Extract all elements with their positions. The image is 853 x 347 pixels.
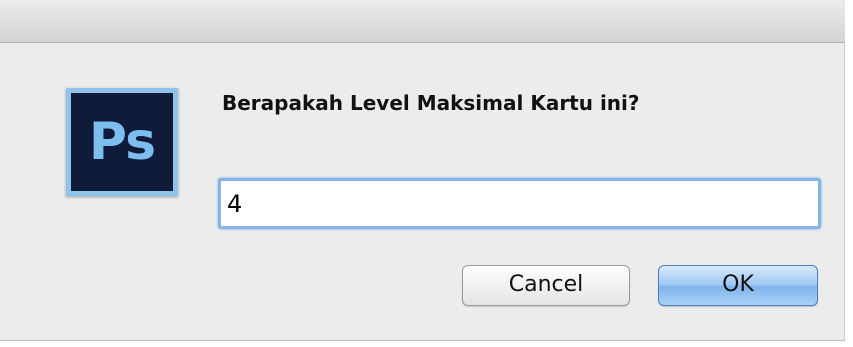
dialog-titlebar[interactable]	[0, 0, 845, 43]
photoshop-app-icon: Ps	[66, 88, 178, 196]
ok-button[interactable]: OK	[658, 265, 818, 306]
photoshop-logo-text: Ps	[71, 93, 173, 191]
prompt-text: Berapakah Level Maksimal Kartu ini?	[222, 91, 640, 115]
level-input[interactable]	[218, 178, 821, 229]
prompt-dialog: Ps Berapakah Level Maksimal Kartu ini? C…	[0, 43, 845, 341]
screen: Ps Berapakah Level Maksimal Kartu ini? C…	[0, 0, 853, 347]
cancel-button[interactable]: Cancel	[462, 265, 630, 306]
